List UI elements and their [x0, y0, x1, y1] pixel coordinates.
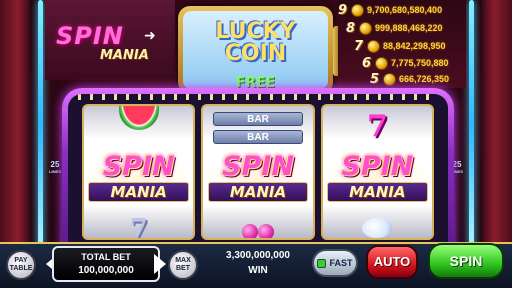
coin-icon [359, 21, 372, 35]
max-bet-button[interactable]: MAX BET [168, 250, 198, 280]
reel-1: SPIN MANIA 7 [82, 104, 196, 240]
left-light-strip [0, 0, 30, 250]
coin-icon [367, 39, 380, 53]
symbol-spin: SPIN [222, 151, 294, 182]
jackpot-rank: 9 [338, 2, 348, 18]
pay-table-button[interactable]: PAY TABLE [6, 250, 36, 280]
right-neon-bar [469, 0, 474, 250]
jackpot-row: 8 999,888,468,220 [346, 20, 443, 36]
spin-mania-symbol: SPIN MANIA [322, 151, 432, 206]
game-logo-mania: MANIA [100, 48, 149, 63]
jackpot-row: 5 666,726,350 [370, 71, 449, 87]
max-bet-label: MAX BET [175, 257, 191, 272]
mini-slot-title: LUCKY COIN [183, 21, 328, 65]
cherry-icon [241, 224, 258, 238]
marquee-lights [78, 94, 438, 100]
jackpot-rank: 6 [362, 55, 372, 71]
symbol-spin: SPIN [102, 151, 175, 182]
reel-2: BAR BAR SPIN MANIA [201, 104, 315, 240]
auto-spin-button[interactable]: AUTO [366, 245, 418, 279]
win-label: WIN [248, 265, 268, 276]
jackpot-value: 88,842,298,950 [383, 41, 446, 51]
symbol-spin: SPIN [341, 151, 414, 182]
seven-symbol: 7 [366, 109, 388, 144]
win-amount: 3,300,000,000 [226, 250, 290, 261]
total-bet-value: 100,000,000 [78, 265, 134, 276]
game-logo-spin: SPIN [56, 22, 124, 50]
coin-icon [375, 56, 388, 70]
checkbox-icon [317, 258, 327, 268]
jackpot-row: 7 88,842,298,950 [354, 38, 446, 54]
mini-slot-line2: COIN [224, 41, 287, 66]
watermelon-icon [118, 106, 159, 130]
reel-frame: SPIN MANIA 7 BAR BAR SPIN MANIA 7 SPIN M… [62, 88, 454, 250]
lemon-icon [362, 218, 393, 238]
cherries-icon [240, 218, 276, 238]
jackpot-row: 6 7,775,750,880 [362, 55, 449, 71]
jackpot-rank: 8 [346, 20, 356, 36]
coin-icon [351, 3, 364, 17]
seven-symbol: 7 [129, 214, 148, 240]
jackpot-value: 9,700,680,580,400 [367, 5, 443, 15]
total-bet-label: TOTAL BET [81, 252, 131, 262]
jackpot-value: 7,775,750,880 [391, 58, 449, 68]
cherry-icon [257, 224, 274, 238]
slot-game-screen: SPIN ➜ MANIA LUCKY COIN FREE 9 9,700,680… [0, 0, 512, 288]
symbol-mania: MANIA [207, 182, 309, 202]
right-light-strip [482, 0, 512, 250]
mini-slot-screen: LUCKY COIN FREE [183, 11, 328, 89]
win-display: 3,300,000,000 WIN [212, 248, 304, 284]
spin-button[interactable]: SPIN [428, 243, 504, 279]
lucky-coin-mini-slot[interactable]: LUCKY COIN FREE [178, 6, 341, 94]
left-neon-bar [38, 0, 43, 250]
jackpot-value: 999,888,468,220 [375, 23, 443, 33]
symbol-mania: MANIA [88, 182, 190, 202]
coin-icon [383, 72, 396, 86]
logo-arrow-icon: ➜ [144, 28, 156, 44]
bar-symbol: BAR [213, 112, 303, 126]
pay-table-label: PAY TABLE [9, 257, 33, 272]
symbol-mania: MANIA [326, 182, 428, 202]
game-logo: SPIN ➜ MANIA [56, 22, 166, 67]
spin-mania-symbol: SPIN MANIA [84, 151, 194, 206]
bar-symbol: BAR [213, 130, 303, 144]
fast-toggle[interactable]: FAST [312, 249, 358, 277]
reel-window: SPIN MANIA 7 BAR BAR SPIN MANIA 7 SPIN M… [68, 94, 448, 244]
reel-3: 7 SPIN MANIA [320, 104, 434, 240]
jackpot-ladder: 9 9,700,680,580,400 8 999,888,468,220 7 … [338, 0, 466, 88]
jackpot-rank: 5 [370, 71, 380, 87]
fast-label: FAST [329, 258, 353, 268]
spin-mania-symbol: SPIN MANIA [203, 151, 313, 206]
jackpot-value: 666,726,350 [399, 74, 450, 84]
jackpot-row: 9 9,700,680,580,400 [338, 2, 442, 18]
jackpot-rank: 7 [354, 38, 364, 54]
reels: SPIN MANIA 7 BAR BAR SPIN MANIA 7 SPIN M… [82, 104, 434, 240]
total-bet-display: TOTAL BET 100,000,000 [52, 246, 160, 282]
mini-slot-free: FREE [235, 75, 276, 89]
mini-slot-line1: LUCKY [215, 19, 296, 44]
